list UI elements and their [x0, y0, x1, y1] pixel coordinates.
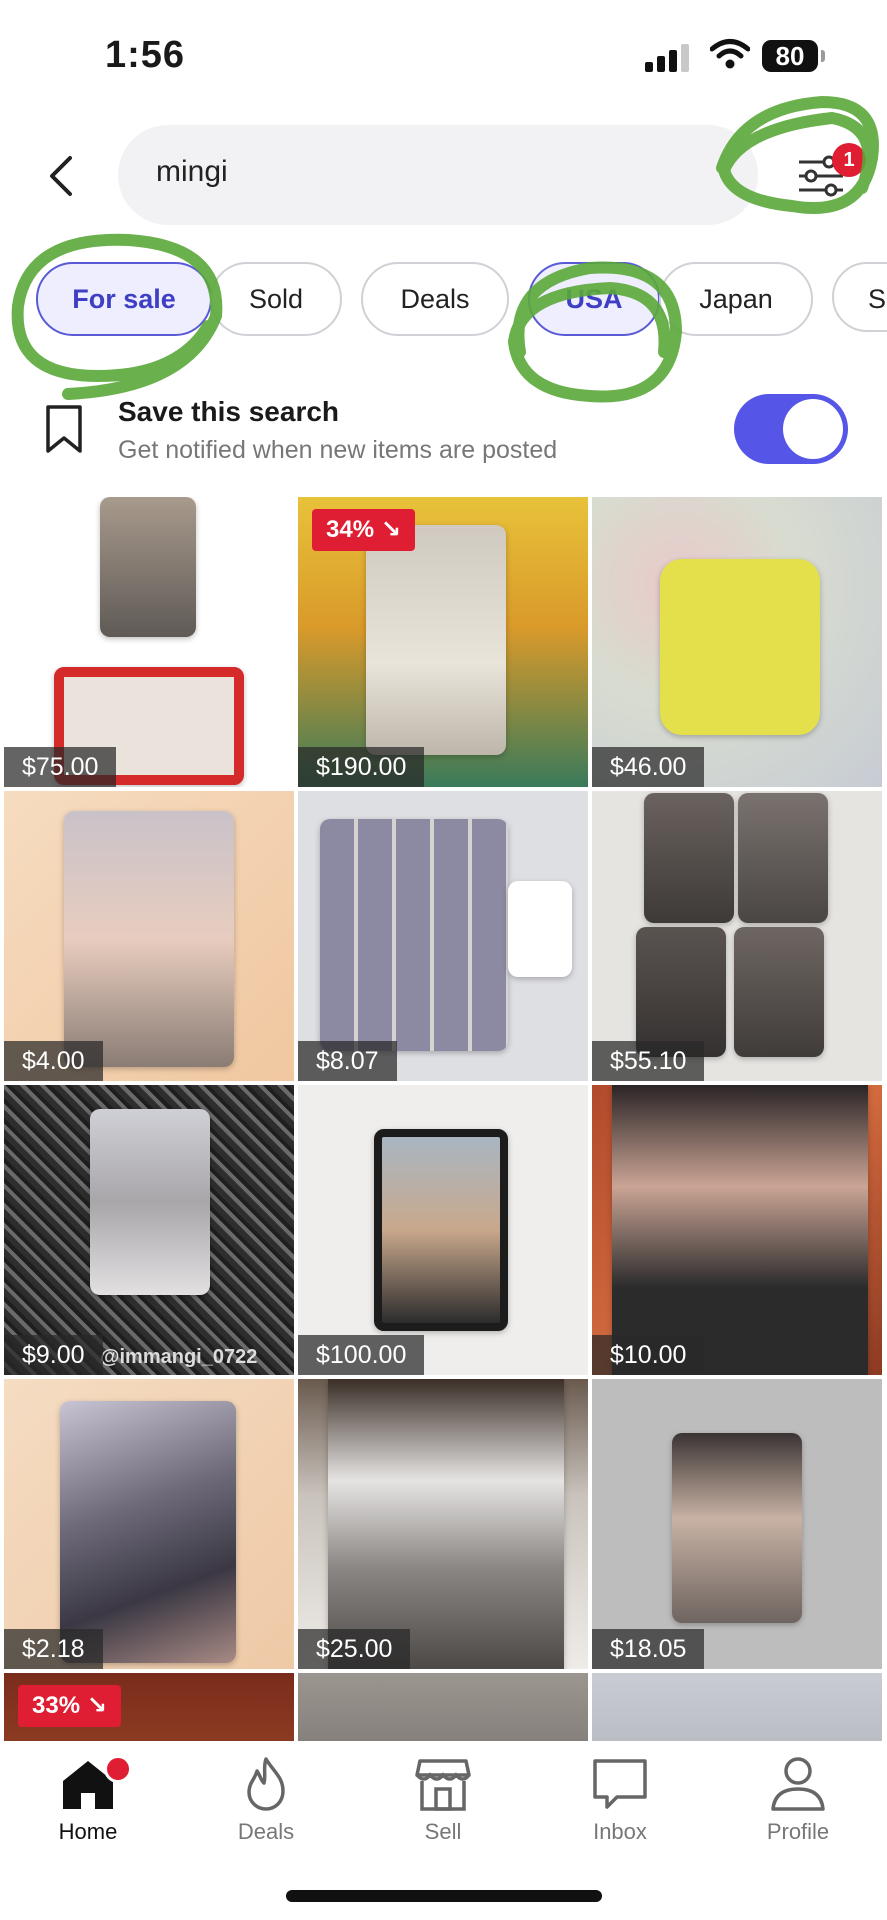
listing-price: $2.18	[4, 1629, 103, 1669]
nav-deals-label: Deals	[237, 1819, 295, 1844]
signed-photo-image	[366, 525, 506, 755]
chip-for-sale[interactable]: For sale	[36, 262, 212, 336]
nav-inbox-label: Inbox	[593, 1819, 647, 1844]
nav-home[interactable]: Home	[18, 1755, 158, 1865]
wifi-icon	[710, 39, 750, 69]
battery-icon: 80	[762, 40, 825, 72]
photocard-image	[328, 1379, 564, 1669]
nav-deals[interactable]: Deals	[196, 1755, 336, 1865]
cellular-signal-icon	[645, 42, 695, 72]
chip-sold[interactable]: Sold	[210, 262, 342, 336]
listing-tile[interactable]: $4.00	[4, 791, 294, 1081]
listing-tile[interactable]: $75.00	[4, 497, 294, 787]
save-search-toggle[interactable]	[734, 394, 848, 464]
listing-tile[interactable]	[592, 1673, 882, 1741]
toggle-knob	[783, 399, 843, 459]
photocard-image	[612, 1085, 868, 1375]
discount-badge: 34% ↘	[312, 509, 415, 551]
chip-usa[interactable]: USA	[528, 262, 660, 336]
listing-price: $75.00	[4, 747, 117, 787]
discount-badge: 33% ↘	[18, 1685, 121, 1727]
listing-price: $55.10	[592, 1041, 705, 1081]
listing-price: $100.00	[298, 1335, 425, 1375]
listing-price: $9.00	[4, 1335, 103, 1375]
listing-tile[interactable]: $55.10	[592, 791, 882, 1081]
listings-grid: $75.00 34% ↘ $190.00 $46.00 $4.00 $8.07 …	[0, 497, 887, 1741]
chip-more[interactable]: S	[832, 262, 887, 332]
photocard-collage-image	[320, 819, 508, 1051]
listing-tile[interactable]: @immangi_0722 $9.00	[4, 1085, 294, 1375]
chip-deals[interactable]: Deals	[361, 262, 509, 336]
listing-tile[interactable]: $25.00	[298, 1379, 588, 1669]
notepad-image	[508, 881, 572, 977]
notification-dot	[104, 1755, 132, 1783]
search-query: mingi	[156, 155, 228, 188]
framed-photocard-image	[374, 1129, 508, 1331]
status-time: 1:56	[105, 34, 186, 76]
back-arrow-icon[interactable]	[40, 148, 84, 204]
photocard-image	[90, 1109, 210, 1295]
listing-price: $10.00	[592, 1335, 705, 1375]
nav-sell-label: Sell	[424, 1819, 462, 1844]
photocard-image	[672, 1433, 802, 1623]
photocard-image	[644, 793, 734, 923]
photocard-image	[734, 927, 824, 1057]
listing-price: $46.00	[592, 747, 705, 787]
bottom-nav: Home Deals Sell Inbox Profile	[0, 1741, 887, 1881]
yellow-pouch-image	[660, 559, 820, 735]
watermark-text: @immangi_0722	[100, 1346, 258, 1368]
save-search-title: Save this search	[118, 396, 340, 427]
status-bar: 1:56 80	[0, 0, 887, 110]
listing-tile[interactable]: $8.07	[298, 791, 588, 1081]
chat-bubble-icon	[593, 1759, 647, 1809]
chip-japan[interactable]: Japan	[659, 262, 813, 336]
listing-tile[interactable]: $2.18	[4, 1379, 294, 1669]
home-indicator[interactable]	[286, 1890, 602, 1902]
nav-sell[interactable]: Sell	[373, 1755, 513, 1865]
search-input[interactable]: mingi	[118, 125, 758, 225]
photocard-image	[64, 811, 234, 1067]
listing-tile[interactable]: $18.05	[592, 1379, 882, 1669]
listing-price: $4.00	[4, 1041, 103, 1081]
listing-price: $18.05	[592, 1629, 705, 1669]
save-search-subtitle: Get notified when new items are posted	[118, 436, 558, 464]
bookmark-icon	[46, 405, 82, 453]
listing-tile[interactable]: 33% ↘	[4, 1673, 294, 1741]
nav-profile-label: Profile	[766, 1819, 830, 1844]
photocard-image	[738, 793, 828, 923]
flame-icon	[247, 1757, 285, 1811]
nav-inbox[interactable]: Inbox	[550, 1755, 690, 1865]
listing-tile[interactable]: $100.00	[298, 1085, 588, 1375]
listing-price: $190.00	[298, 747, 425, 787]
listing-tile[interactable]: $10.00	[592, 1085, 882, 1375]
photocard-image	[100, 497, 196, 637]
filter-count-badge: 1	[832, 143, 866, 177]
photocard-image	[636, 927, 726, 1057]
listing-tile[interactable]: 34% ↘ $190.00	[298, 497, 588, 787]
nav-profile[interactable]: Profile	[728, 1755, 868, 1865]
listing-tile[interactable]	[298, 1673, 588, 1741]
listing-price: $8.07	[298, 1041, 397, 1081]
filter-chips: For sale Sold Deals USA Japan S	[0, 262, 887, 336]
holographic-photocard-image	[60, 1401, 236, 1663]
person-icon	[771, 1757, 825, 1811]
listing-tile[interactable]: $46.00	[592, 497, 882, 787]
storefront-icon	[415, 1759, 471, 1811]
listing-price: $25.00	[298, 1629, 411, 1669]
nav-home-label: Home	[58, 1819, 118, 1844]
